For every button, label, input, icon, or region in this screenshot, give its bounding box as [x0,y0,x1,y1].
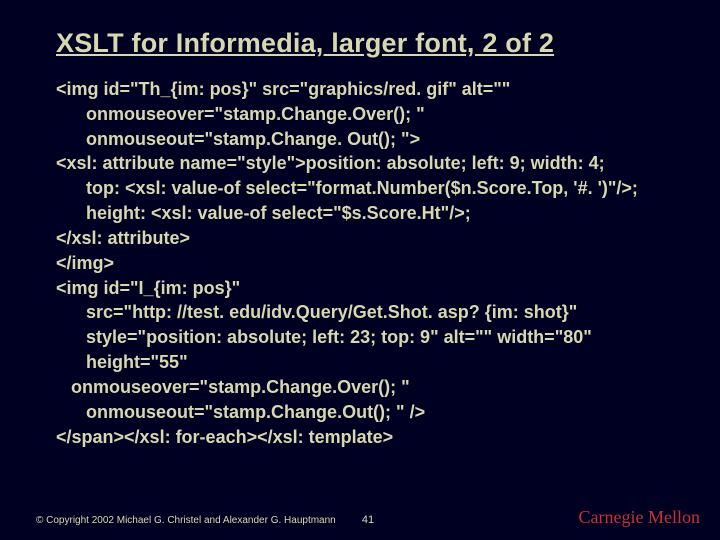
page-number: 41 [362,514,374,526]
copyright-text: © Copyright 2002 Michael G. Christel and… [36,515,336,526]
slide-title: XSLT for Informedia, larger font, 2 of 2 [56,28,684,59]
slide: XSLT for Informedia, larger font, 2 of 2… [0,0,720,540]
code-block: <img id="Th_{im: pos}" src="graphics/red… [56,77,684,449]
brand-text: Carnegie Mellon [579,507,700,528]
